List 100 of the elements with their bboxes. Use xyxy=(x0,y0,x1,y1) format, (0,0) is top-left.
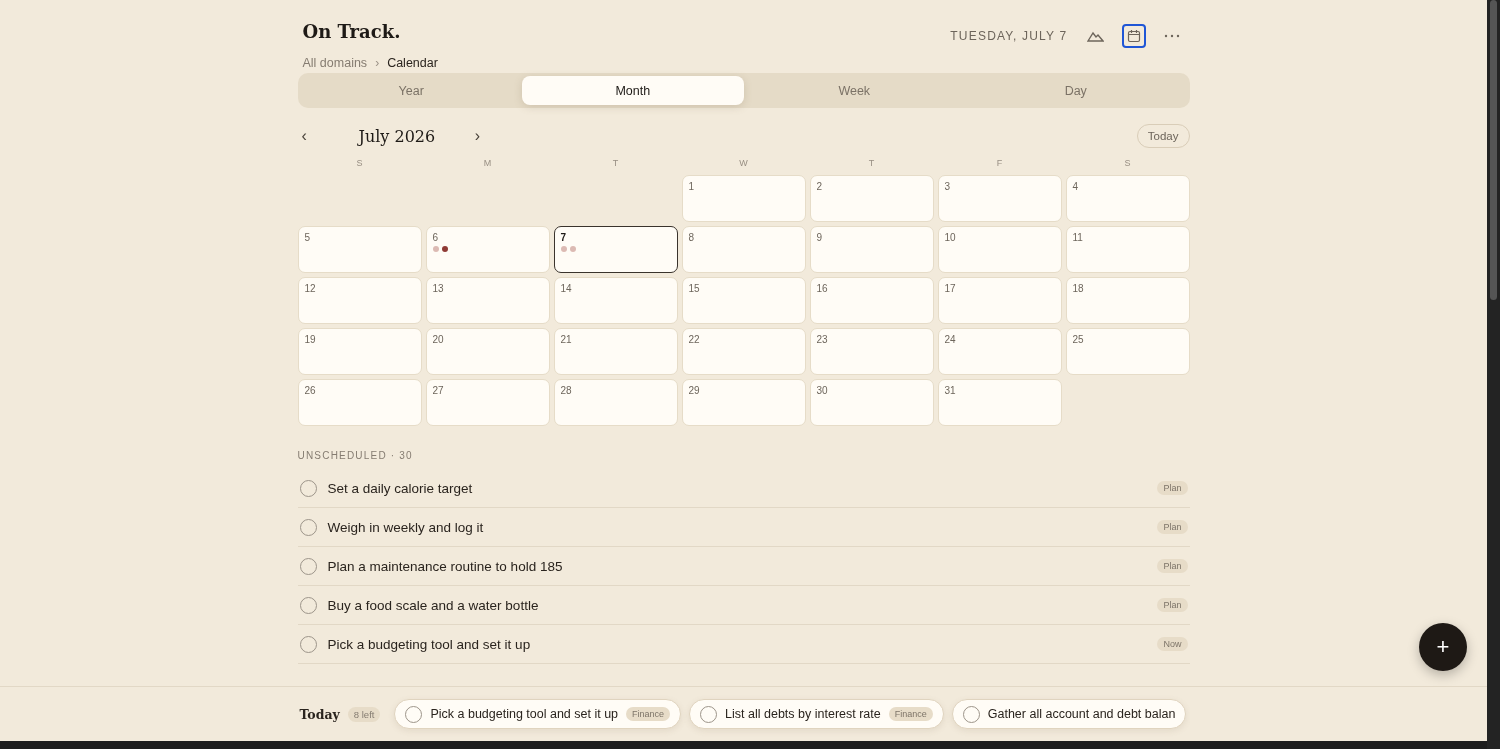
day-number: 13 xyxy=(432,283,445,294)
day-number: 9 xyxy=(816,232,824,243)
task-tag: Plan xyxy=(1157,520,1188,534)
day-number: 27 xyxy=(432,385,445,396)
day-number: 23 xyxy=(816,334,829,345)
day-number: 11 xyxy=(1072,232,1084,243)
day-number: 25 xyxy=(1072,334,1085,345)
weekday-label: T xyxy=(611,157,620,170)
task-title: Weigh in weekly and log it xyxy=(327,519,485,535)
day-number: 1 xyxy=(688,181,696,192)
day-cell[interactable]: 4 xyxy=(1065,175,1190,222)
day-cell[interactable]: 23 xyxy=(809,328,934,375)
day-number: 4 xyxy=(1072,181,1080,192)
breadcrumb-separator: › xyxy=(375,56,380,70)
day-number: 17 xyxy=(944,283,957,294)
day-cell[interactable]: 25 xyxy=(1065,328,1190,375)
remaining-count: 8 left xyxy=(347,706,381,722)
today-task-chip[interactable]: Pick a budgeting tool and set it up Finance xyxy=(394,699,682,729)
view-tab[interactable]: Month xyxy=(522,76,744,105)
date-label: TUESDAY, JULY 7 xyxy=(950,29,1068,43)
day-number: 14 xyxy=(560,283,573,294)
day-cell[interactable]: 16 xyxy=(809,277,934,324)
day-number: 6 xyxy=(432,232,440,243)
day-number: 24 xyxy=(944,334,957,345)
task-title: Pick a budgeting tool and set it up xyxy=(327,636,532,652)
day-number: 29 xyxy=(688,385,701,396)
task-title: Set a daily calorie target xyxy=(327,480,474,496)
task-tag: Plan xyxy=(1157,598,1188,612)
view-tab[interactable]: Year xyxy=(300,76,522,105)
today-task-chip[interactable]: Gather all account and debt balan xyxy=(951,699,1187,729)
day-cell[interactable]: 13 xyxy=(425,277,550,324)
day-cell[interactable]: 7 xyxy=(553,226,678,273)
view-tab[interactable]: Week xyxy=(743,76,965,105)
task-tag: Finance xyxy=(888,707,933,721)
day-cell[interactable]: 12 xyxy=(297,277,422,324)
day-cell[interactable]: 28 xyxy=(553,379,678,426)
day-number: 7 xyxy=(560,232,568,243)
day-cell[interactable]: 17 xyxy=(937,277,1062,324)
day-number: 2 xyxy=(816,181,824,192)
breadcrumb-item[interactable]: All domains xyxy=(302,56,368,70)
day-cell[interactable]: 5 xyxy=(297,226,422,273)
day-cell[interactable]: 15 xyxy=(681,277,806,324)
breadcrumb-item: Calendar xyxy=(387,56,438,70)
day-number: 28 xyxy=(560,385,573,396)
calendar-icon[interactable] xyxy=(1121,24,1146,48)
day-cell[interactable]: 9 xyxy=(809,226,934,273)
day-number: 30 xyxy=(816,385,829,396)
day-number: 5 xyxy=(304,232,312,243)
day-number: 8 xyxy=(688,232,696,243)
day-cell[interactable]: 18 xyxy=(1065,277,1190,324)
add-button[interactable]: + xyxy=(1419,623,1467,671)
day-cell[interactable]: 21 xyxy=(553,328,678,375)
day-number: 20 xyxy=(432,334,445,345)
day-cell[interactable]: 26 xyxy=(297,379,422,426)
weekday-label: W xyxy=(738,157,749,170)
day-number: 21 xyxy=(560,334,573,345)
day-number: 19 xyxy=(304,334,317,345)
task-tag: Finance xyxy=(626,707,671,721)
weekday-label: T xyxy=(867,157,876,170)
day-cell[interactable]: 27 xyxy=(425,379,550,426)
day-number: 15 xyxy=(688,283,701,294)
day-number: 16 xyxy=(816,283,829,294)
weekday-label: S xyxy=(355,157,364,170)
day-number: 22 xyxy=(688,334,701,345)
day-cell[interactable]: 29 xyxy=(681,379,806,426)
day-number: 12 xyxy=(304,283,317,294)
day-cell[interactable]: 11 xyxy=(1065,226,1190,273)
day-number: 10 xyxy=(944,232,957,243)
task-tag: Plan xyxy=(1157,559,1188,573)
day-cell[interactable]: 22 xyxy=(681,328,806,375)
section-heading: UNSCHEDULED · 30 xyxy=(297,449,414,463)
day-cell[interactable]: 6 xyxy=(425,226,550,273)
weekday-label: S xyxy=(1123,157,1132,170)
day-cell[interactable]: 31 xyxy=(937,379,1062,426)
day-cell[interactable]: 19 xyxy=(297,328,422,375)
day-cell[interactable]: 24 xyxy=(937,328,1062,375)
weekday-label: M xyxy=(482,157,493,170)
weekday-label: F xyxy=(995,157,1004,170)
month-title: July 2026 xyxy=(356,126,437,146)
next-month-button[interactable]: › xyxy=(470,127,485,145)
previous-month-button[interactable]: ‹ xyxy=(297,127,311,145)
day-cell[interactable]: 20 xyxy=(425,328,550,375)
day-cell[interactable]: 3 xyxy=(937,175,1062,222)
task-tag: Now xyxy=(1157,637,1188,651)
day-cell[interactable]: 14 xyxy=(553,277,678,324)
today-task-chip[interactable]: List all debts by interest rate Finance xyxy=(689,699,944,729)
day-cell[interactable]: 8 xyxy=(681,226,806,273)
task-title: Buy a food scale and a water bottle xyxy=(327,597,540,613)
scrollbar-thumb[interactable] xyxy=(1490,0,1497,300)
day-number: 31 xyxy=(944,385,957,396)
day-cell[interactable]: 10 xyxy=(937,226,1062,273)
day-cell[interactable]: 30 xyxy=(809,379,934,426)
day-cell[interactable]: 1 xyxy=(681,175,806,222)
task-title: Plan a maintenance routine to hold 185 xyxy=(327,558,564,574)
day-cell[interactable]: 2 xyxy=(809,175,934,222)
today-title: Today xyxy=(299,706,340,722)
day-number: 26 xyxy=(304,385,317,396)
task-tag: Plan xyxy=(1157,481,1188,495)
day-number: 18 xyxy=(1072,283,1085,294)
view-tab[interactable]: Day xyxy=(965,76,1187,105)
